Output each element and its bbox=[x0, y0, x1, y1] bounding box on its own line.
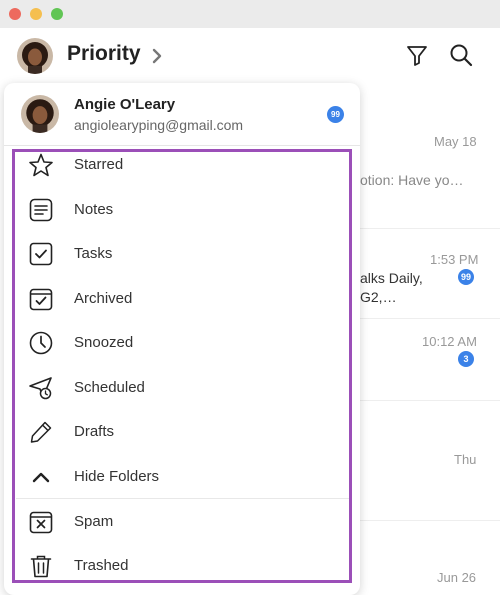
message-subject[interactable]: G2,… bbox=[360, 289, 397, 305]
tasks-icon bbox=[29, 242, 53, 266]
avatar bbox=[21, 95, 59, 133]
list-divider bbox=[360, 520, 500, 521]
menu-item-snoozed[interactable]: Snoozed bbox=[4, 321, 360, 365]
filter-icon[interactable] bbox=[404, 42, 430, 68]
menu-item-label: Scheduled bbox=[74, 379, 145, 396]
menu-item-starred[interactable]: Starred bbox=[4, 143, 360, 187]
minimize-window-button[interactable] bbox=[30, 8, 42, 20]
pencil-icon bbox=[30, 421, 52, 443]
message-date: Jun 26 bbox=[437, 570, 477, 585]
menu-item-label: Trashed bbox=[74, 557, 129, 574]
notes-icon bbox=[29, 198, 53, 222]
list-divider bbox=[360, 228, 500, 229]
menu-divider bbox=[16, 498, 350, 499]
message-time: 1:53 PM bbox=[430, 252, 479, 267]
spam-icon bbox=[29, 511, 53, 534]
chevron-right-icon[interactable] bbox=[150, 47, 164, 65]
close-window-button[interactable] bbox=[9, 8, 21, 20]
clock-icon bbox=[29, 331, 53, 355]
menu-item-archived[interactable]: Archived bbox=[4, 277, 360, 321]
account-unread-badge: 99 bbox=[327, 106, 344, 123]
message-time: 10:12 AM bbox=[422, 334, 477, 349]
menu-item-label: Tasks bbox=[74, 245, 113, 262]
message-sender[interactable]: alks Daily, bbox=[360, 270, 423, 286]
menu-item-scheduled[interactable]: Scheduled bbox=[4, 366, 360, 410]
list-divider bbox=[360, 400, 500, 401]
trash-icon bbox=[30, 555, 52, 578]
unread-count-badge: 3 bbox=[458, 351, 474, 367]
account-avatar-button[interactable] bbox=[17, 38, 53, 74]
menu-item-label: Snoozed bbox=[74, 334, 134, 351]
account-email: angiolearyping@gmail.com bbox=[74, 117, 244, 133]
window-titlebar bbox=[0, 0, 500, 29]
archive-icon bbox=[29, 288, 53, 311]
menu-item-label: Hide Folders bbox=[74, 468, 160, 485]
menu-item-notes[interactable]: Notes bbox=[4, 188, 360, 232]
page-title[interactable]: Priority bbox=[67, 42, 141, 66]
menu-item-hide-folders[interactable]: Hide Folders bbox=[4, 455, 360, 499]
chevron-up-icon bbox=[32, 472, 50, 483]
zoom-window-button[interactable] bbox=[51, 8, 63, 20]
message-date: Thu bbox=[454, 452, 477, 467]
send-clock-icon bbox=[29, 377, 52, 400]
menu-item-trashed[interactable]: Trashed bbox=[4, 544, 360, 588]
app-header: Priority bbox=[0, 28, 500, 84]
list-divider bbox=[360, 318, 500, 319]
menu-item-label: Drafts bbox=[74, 423, 115, 440]
message-snippet[interactable]: otion: Have yo… bbox=[360, 172, 464, 188]
star-icon bbox=[29, 153, 53, 177]
menu-item-drafts[interactable]: Drafts bbox=[4, 410, 360, 454]
menu-item-label: Spam bbox=[74, 513, 114, 530]
menu-item-label: Starred bbox=[74, 156, 124, 173]
account-name: Angie O'Leary bbox=[74, 96, 176, 113]
unread-count-badge: 99 bbox=[458, 269, 474, 285]
search-icon[interactable] bbox=[448, 42, 474, 68]
message-date: May 18 bbox=[434, 134, 477, 149]
menu-item-label: Notes bbox=[74, 201, 114, 218]
menu-item-label: Archived bbox=[74, 290, 133, 307]
menu-item-spam[interactable]: Spam bbox=[4, 500, 360, 544]
menu-item-tasks[interactable]: Tasks bbox=[4, 232, 360, 276]
